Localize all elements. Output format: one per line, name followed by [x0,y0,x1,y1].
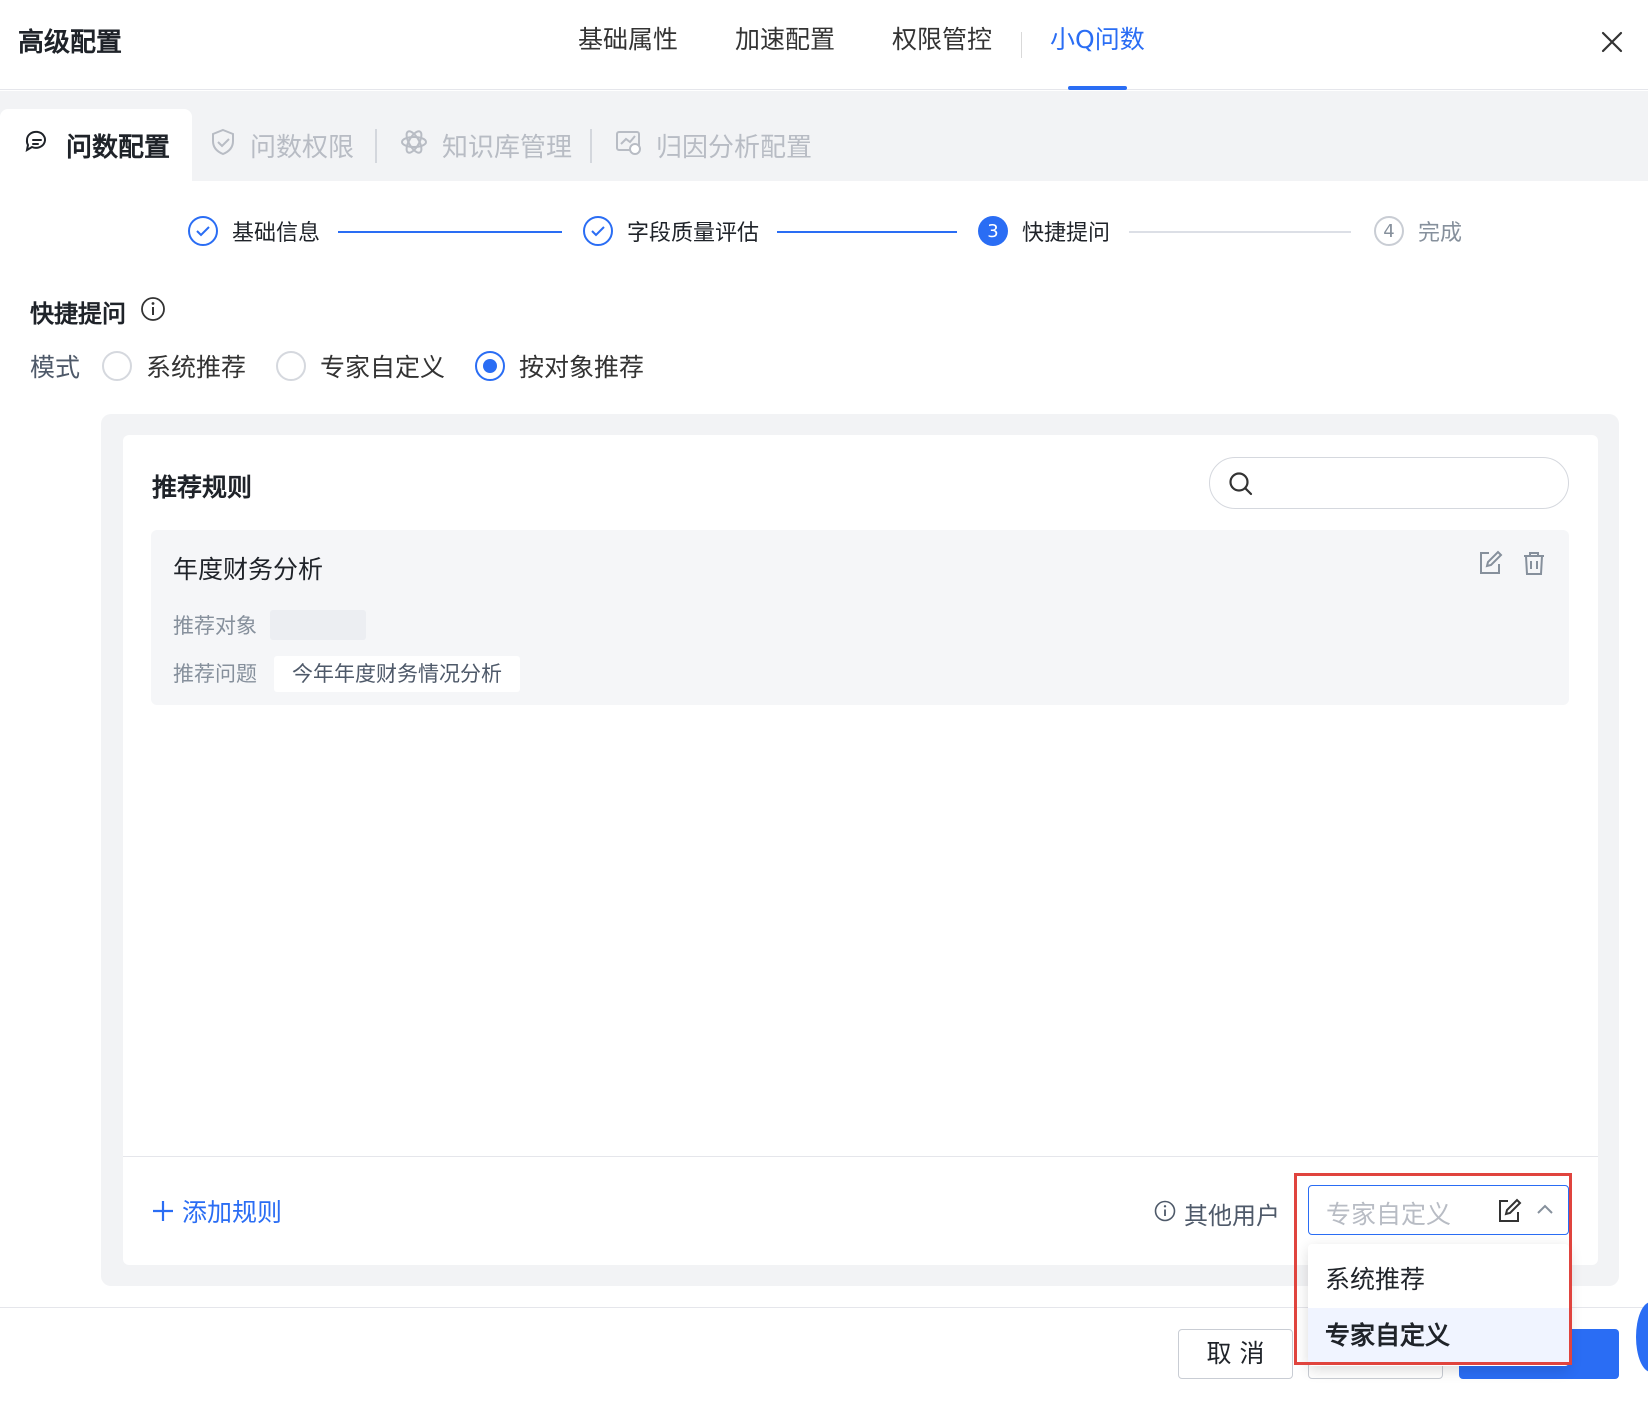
step-label: 完成 [1418,221,1463,246]
info-icon[interactable] [140,296,166,328]
cancel-button[interactable]: 取 消 [1178,1329,1293,1379]
radio-object-recommend[interactable]: 按对象推荐 [475,348,644,384]
step-connector [338,231,562,233]
add-rule-label: 添加规则 [182,1198,283,1227]
other-users-label: 其他用户 [1154,1196,1280,1231]
radio-label: 按对象推荐 [519,353,645,382]
step-number: 4 [1374,216,1404,246]
select-dropdown: 系统推荐 专家自定义 [1308,1244,1569,1366]
rule-object-label: 推荐对象 [173,614,257,638]
check-icon [188,216,218,246]
sub-tabs: 问数配置 问数权限 知识库管理 归因分析配置 [0,91,1648,181]
step-quick-ask: 3 快捷提问 [978,215,1110,247]
rule-object-value [270,610,366,640]
chat-icon [22,127,66,164]
select-value: 专家自定义 [1326,1200,1452,1229]
step-done: 4 完成 [1374,215,1462,247]
step-progress: 基础信息 字段质量评估 3 快捷提问 4 完成 [0,215,1648,249]
rules-search[interactable] [1209,457,1569,509]
tab-xiaoq-ask[interactable]: 小Q问数 [1050,0,1145,90]
quick-ask-title: 快捷提问 [30,294,166,329]
shield-icon [210,128,250,163]
analysis-icon [614,128,656,163]
radio-circle[interactable] [475,351,506,381]
dialog-title: 高级配置 [18,28,123,58]
subtab-ask-config[interactable]: 问数配置 [0,109,193,181]
step-field-quality: 字段质量评估 [583,215,759,247]
subtab-label: 问数配置 [66,132,171,163]
step-basic-info: 基础信息 [188,215,320,247]
delete-icon[interactable] [1521,550,1547,576]
panel-divider [123,1156,1598,1157]
chevron-up-icon[interactable] [1535,1200,1555,1224]
check-icon [583,216,613,246]
edit-icon[interactable] [1496,1198,1522,1228]
step-number: 3 [978,216,1008,246]
mode-radio-group: 模式 系统推荐 专家自定义 按对象推荐 [30,348,674,384]
edit-icon[interactable] [1477,550,1503,576]
subtab-ask-permission[interactable]: 问数权限 [210,109,354,181]
dropdown-option-system-recommend[interactable]: 系统推荐 [1308,1252,1569,1308]
step-label: 基础信息 [232,221,321,246]
other-users-select[interactable]: 专家自定义 [1308,1185,1569,1235]
radio-circle[interactable] [102,351,133,381]
top-tabs: 基础属性 加速配置 权限管控 小Q问数 [578,0,1202,90]
subtab-label: 知识库管理 [442,132,573,163]
subtab-divider [375,129,377,163]
rules-title: 推荐规则 [152,473,253,502]
subtab-attribution-analysis[interactable]: 归因分析配置 [614,109,812,181]
tab-basic-properties[interactable]: 基础属性 [578,0,678,90]
mode-label: 模式 [30,353,81,382]
radio-system-recommend[interactable]: 系统推荐 [102,348,246,384]
subtab-label: 归因分析配置 [656,132,813,163]
radio-expert-custom[interactable]: 专家自定义 [276,348,445,384]
tab-divider [1021,32,1023,58]
radio-label: 系统推荐 [146,353,247,382]
tab-permission[interactable]: 权限管控 [892,0,992,90]
subtab-knowledge-base[interactable]: 知识库管理 [400,109,572,181]
atom-icon [400,128,442,163]
rule-question-tag: 今年年度财务情况分析 [274,656,520,692]
add-rule-button[interactable]: 添加规则 [152,1193,282,1229]
step-connector [1129,231,1351,233]
subtab-label: 问数权限 [250,132,355,163]
rule-question-label: 推荐问题 [173,662,257,686]
search-input[interactable] [1270,466,1550,500]
radio-label: 专家自定义 [320,353,446,382]
close-icon[interactable] [1594,24,1630,60]
floating-assistant-button[interactable] [1636,1302,1648,1372]
quick-ask-title-text: 快捷提问 [30,300,126,328]
dialog-header: 高级配置 基础属性 加速配置 权限管控 小Q问数 [0,0,1648,90]
info-icon[interactable] [1154,1200,1176,1228]
radio-circle[interactable] [276,351,307,381]
dropdown-option-expert-custom[interactable]: 专家自定义 [1308,1308,1569,1364]
step-label: 字段质量评估 [627,221,760,246]
plus-icon [152,1195,174,1227]
step-label: 快捷提问 [1022,221,1111,246]
tab-acceleration[interactable]: 加速配置 [735,0,835,90]
subtab-divider [590,129,592,163]
other-users-text: 其他用户 [1184,1202,1280,1230]
step-connector [777,231,957,233]
rule-name: 年度财务分析 [173,555,324,584]
